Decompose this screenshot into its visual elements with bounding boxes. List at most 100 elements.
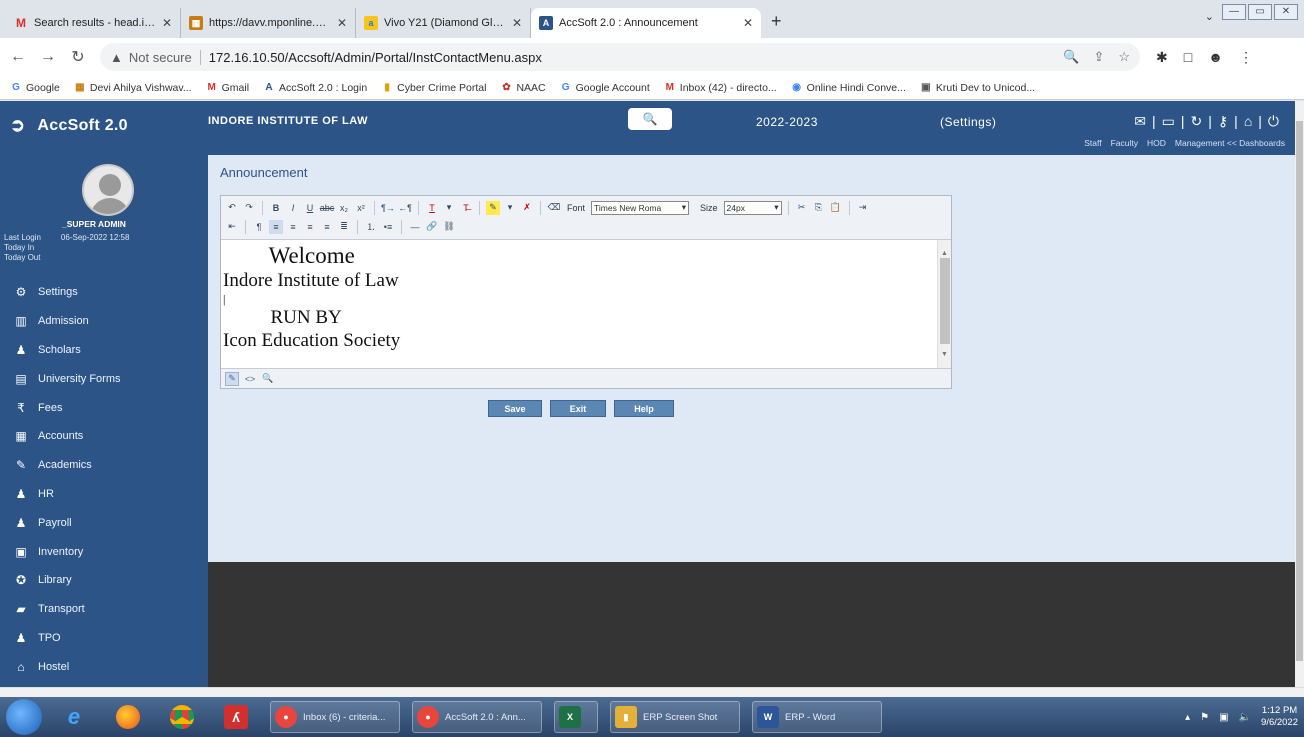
- window-icon[interactable]: ▭: [1162, 113, 1175, 130]
- font-color-icon[interactable]: T: [425, 201, 439, 215]
- sidebar-item-university-forms[interactable]: ▤ University Forms: [0, 364, 208, 393]
- sidebar-item-fees[interactable]: ₹ Fees: [0, 393, 208, 422]
- sidebar-item-accounts[interactable]: ▦ Accounts: [0, 422, 208, 451]
- sidebar-item-payroll[interactable]: ♟ Payroll: [0, 508, 208, 537]
- font-select[interactable]: Times New Roma ▾: [591, 200, 690, 215]
- rtl-icon[interactable]: ←¶: [398, 201, 412, 215]
- close-icon[interactable]: ✕: [512, 16, 522, 30]
- zoom-icon[interactable]: 🔍: [1063, 49, 1079, 65]
- chevron-down-icon[interactable]: ⌄: [1205, 10, 1214, 23]
- page-scrollbar[interactable]: [1295, 101, 1304, 687]
- align-center-icon[interactable]: ≡: [286, 220, 300, 234]
- ie-icon[interactable]: e: [54, 701, 94, 733]
- sidebar-item-academics[interactable]: ✎ Academics: [0, 451, 208, 480]
- profile-avatar[interactable]: ☻: [1208, 49, 1223, 65]
- paragraph-icon[interactable]: ¶: [252, 220, 266, 234]
- sidebar-item-transport[interactable]: ▰ Transport: [0, 595, 208, 624]
- outdent-icon[interactable]: ⇤: [225, 220, 239, 234]
- bookmark-google[interactable]: G Google: [10, 82, 60, 94]
- key-icon[interactable]: ⚷: [1218, 113, 1228, 130]
- cut-icon[interactable]: ✂: [795, 201, 809, 215]
- clock[interactable]: 1:12 PM 9/6/2022: [1261, 705, 1298, 729]
- bookmark-gmail[interactable]: M Gmail: [206, 82, 249, 94]
- undo-icon[interactable]: ↶: [225, 201, 239, 215]
- close-icon[interactable]: ✕: [162, 16, 172, 30]
- bold-icon[interactable]: B: [269, 201, 283, 215]
- page-horizontal-scrollbar[interactable]: [0, 687, 1304, 697]
- firefox-icon[interactable]: [108, 701, 148, 733]
- share-icon[interactable]: ⇪: [1093, 49, 1104, 65]
- bookmark-kruti-dev[interactable]: ▣ Kruti Dev to Unicod...: [920, 82, 1035, 94]
- remove-highlight-icon[interactable]: ✗: [520, 201, 534, 215]
- justify-icon[interactable]: ≡: [320, 220, 334, 234]
- minimize-icon[interactable]: —: [1222, 4, 1246, 20]
- menu-dots-icon[interactable]: ⋮: [1239, 49, 1253, 66]
- underline-icon[interactable]: U: [303, 201, 317, 215]
- sidebar-item-admission[interactable]: ▥ Admission: [0, 307, 208, 336]
- taskbar-task-folder[interactable]: ▮ ERP Screen Shot: [610, 701, 740, 733]
- bookmark-google-account[interactable]: G Google Account: [560, 82, 650, 94]
- sidebar-item-tpo[interactable]: ♟ TPO: [0, 624, 208, 653]
- preview-mode-icon[interactable]: 🔍: [261, 372, 275, 386]
- help-button[interactable]: Help: [614, 400, 674, 417]
- link-faculty[interactable]: Faculty: [1111, 138, 1138, 148]
- sidebar-item-hostel[interactable]: ⌂ Hostel: [0, 652, 208, 681]
- editor-content[interactable]: Welcome Indore Institute of Law | RUN BY…: [221, 240, 951, 368]
- app-logo[interactable]: ➲ AccSoft 2.0: [10, 115, 128, 136]
- browser-tab-accsoft[interactable]: A AccSoft 2.0 : Announcement ✕: [531, 8, 761, 38]
- refresh-icon[interactable]: ↻: [1191, 113, 1203, 130]
- save-button[interactable]: Save: [488, 400, 542, 417]
- close-icon[interactable]: ✕: [743, 16, 753, 30]
- highlight-icon[interactable]: ✎: [486, 200, 500, 215]
- html-mode-icon[interactable]: <>: [243, 372, 257, 386]
- sidebar-item-settings[interactable]: ⚙ Settings: [0, 278, 208, 307]
- bookmark-cyber-crime[interactable]: ▮ Cyber Crime Portal: [381, 82, 486, 94]
- browser-tab-mponline[interactable]: ▦ https://davv.mponline.gov.in/po ✕: [181, 8, 356, 38]
- exit-button[interactable]: Exit: [550, 400, 606, 417]
- bookmark-naac[interactable]: ✿ NAAC: [500, 82, 545, 94]
- forward-icon[interactable]: →: [40, 48, 56, 66]
- browser-tab-flipkart[interactable]: a Vivo Y21 (Diamond Glow, 4GB R/ ✕: [356, 8, 531, 38]
- taskbar-task-inbox[interactable]: ● Inbox (6) - criteria...: [270, 701, 400, 733]
- maximize-icon[interactable]: ▭: [1248, 4, 1272, 20]
- indent-icon[interactable]: ⇥: [856, 201, 870, 215]
- bookmark-accsoft[interactable]: A AccSoft 2.0 : Login: [263, 82, 367, 94]
- taskbar-task-excel[interactable]: X: [554, 701, 598, 733]
- dropdown-icon[interactable]: ▾: [503, 201, 517, 215]
- bookmark-davv[interactable]: ▦ Devi Ahilya Vishwav...: [74, 82, 191, 94]
- power-icon[interactable]: ⏻: [1268, 113, 1279, 130]
- extensions-icon[interactable]: ✱: [1156, 49, 1168, 66]
- align-left-icon[interactable]: ≡: [269, 219, 283, 234]
- paste-icon[interactable]: 📋: [829, 201, 843, 215]
- session-year[interactable]: 2022-2023: [756, 115, 818, 129]
- justify-full-icon[interactable]: ≣: [337, 220, 351, 234]
- sidebar-item-scholars[interactable]: ♟ Scholars: [0, 336, 208, 365]
- align-right-icon[interactable]: ≡: [303, 220, 317, 234]
- scroll-thumb[interactable]: [940, 258, 950, 344]
- taskbar-task-word[interactable]: W ERP - Word: [752, 701, 882, 733]
- chrome-icon[interactable]: [162, 701, 202, 733]
- start-button[interactable]: [6, 699, 42, 735]
- link-icon[interactable]: 🔗: [425, 220, 439, 234]
- back-icon[interactable]: ←: [10, 48, 26, 66]
- sidebar-item-hr[interactable]: ♟ HR: [0, 480, 208, 509]
- copy-icon[interactable]: ⎘: [812, 201, 826, 215]
- taskbar-task-accsoft[interactable]: ● AccSoft 2.0 : Ann...: [412, 701, 542, 733]
- dropdown-icon[interactable]: ▾: [442, 201, 456, 215]
- subscript-icon[interactable]: x₂: [337, 201, 351, 215]
- reload-icon[interactable]: ↻: [70, 47, 86, 67]
- tray-expand-icon[interactable]: ▴: [1185, 712, 1190, 723]
- star-icon[interactable]: ☆: [1118, 49, 1130, 65]
- design-mode-icon[interactable]: ✎: [225, 371, 239, 386]
- unlink-icon[interactable]: ⛓: [442, 220, 456, 234]
- italic-icon[interactable]: I: [286, 201, 300, 215]
- horizontal-rule-icon[interactable]: ―: [408, 220, 422, 234]
- superscript-icon[interactable]: x²: [354, 201, 368, 215]
- redo-icon[interactable]: ↷: [242, 201, 256, 215]
- eraser-icon[interactable]: ⌫: [547, 201, 561, 215]
- acrobat-icon[interactable]: ʎ: [216, 701, 256, 733]
- flag-icon[interactable]: ⚑: [1200, 712, 1209, 723]
- ltr-icon[interactable]: ¶→: [381, 201, 395, 215]
- ordered-list-icon[interactable]: ⒈: [364, 220, 378, 234]
- search-icon[interactable]: 🔍: [628, 108, 672, 130]
